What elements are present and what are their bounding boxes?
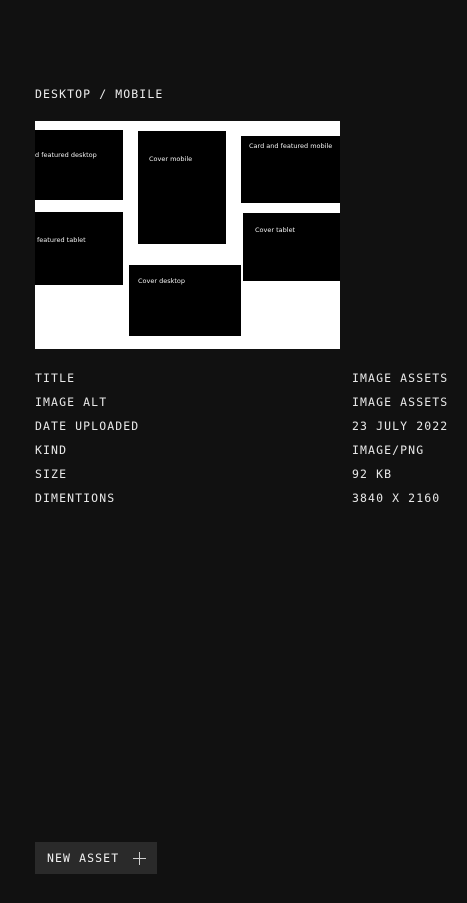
meta-value: 23 JULY 2022	[352, 419, 449, 433]
preview-tile-label: Cover desktop	[138, 277, 186, 285]
meta-value: IMAGE ASSETS	[352, 395, 449, 409]
preview-tile: featured tablet	[35, 212, 123, 285]
plus-icon	[133, 851, 147, 865]
meta-value: IMAGE/PNG	[352, 443, 425, 457]
meta-value: 92 KB	[352, 467, 393, 481]
meta-row-title: TITLE IMAGE ASSETS	[35, 371, 467, 395]
preview-tile-label: Cover tablet	[255, 226, 296, 234]
preview-tile: Cover desktop	[129, 265, 241, 336]
meta-key: TITLE	[35, 371, 76, 385]
asset-preview-image[interactable]: d featured desktop Cover mobile Card and…	[35, 121, 340, 349]
meta-key: KIND	[35, 443, 68, 457]
meta-row-dimensions: DIMENTIONS 3840 X 2160	[35, 491, 467, 515]
preview-tile-label: Cover mobile	[149, 155, 193, 163]
meta-key: SIZE	[35, 467, 68, 481]
meta-row-size: SIZE 92 KB	[35, 467, 467, 491]
preview-tile: Card and featured mobile	[241, 136, 340, 203]
preview-tile: Cover mobile	[138, 131, 226, 244]
new-asset-label: NEW ASSET	[47, 851, 120, 865]
meta-key: IMAGE ALT	[35, 395, 108, 409]
new-asset-button[interactable]: NEW ASSET	[35, 842, 157, 874]
meta-value: IMAGE ASSETS	[352, 371, 449, 385]
asset-metadata-list: TITLE IMAGE ASSETS IMAGE ALT IMAGE ASSET…	[35, 371, 467, 515]
meta-row-date-uploaded: DATE UPLOADED 23 JULY 2022	[35, 419, 467, 443]
meta-key: DIMENTIONS	[35, 491, 116, 505]
meta-key: DATE UPLOADED	[35, 419, 140, 433]
meta-row-kind: KIND IMAGE/PNG	[35, 443, 467, 467]
meta-value: 3840 X 2160	[352, 491, 441, 505]
preview-tile-label: featured tablet	[37, 236, 86, 244]
meta-row-image-alt: IMAGE ALT IMAGE ASSETS	[35, 395, 467, 419]
preview-tile-label: d featured desktop	[35, 151, 97, 159]
breadcrumb: DESKTOP / MOBILE	[35, 87, 164, 101]
preview-tile-label: Card and featured mobile	[249, 142, 333, 150]
preview-tile: Cover tablet	[243, 213, 340, 281]
preview-tile: d featured desktop	[35, 130, 123, 200]
